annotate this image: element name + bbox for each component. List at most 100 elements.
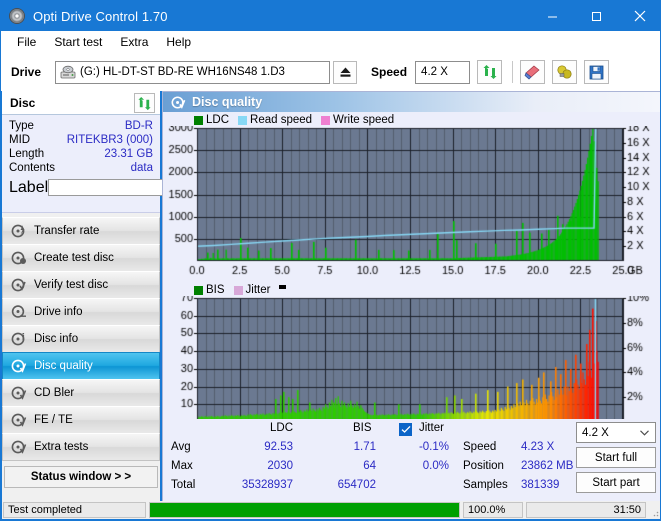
disc-panel-title: Disc	[10, 95, 36, 110]
sidebar-item-extra-tests[interactable]: Extra tests	[2, 433, 160, 461]
sidebar-item-fe-te[interactable]: FE / TE	[2, 406, 160, 434]
eject-button[interactable]	[333, 60, 358, 84]
close-button[interactable]	[618, 1, 660, 31]
sidebar-item-label: Create test disc	[34, 252, 114, 264]
legend-label-ldc: LDC	[206, 114, 230, 126]
sidebar-item-disc-quality[interactable]: Disc quality	[2, 352, 160, 380]
stats-row-label-total: Total	[171, 479, 196, 491]
refresh-button[interactable]	[477, 60, 503, 84]
sidebar-item-cd-bler[interactable]: CD Bler	[2, 379, 160, 407]
drive-icon	[60, 65, 76, 79]
sidebar-item-disc-info[interactable]: Disc info	[2, 325, 160, 353]
main-panel-title: Disc quality	[192, 95, 263, 109]
samples-stat-value: 381339	[521, 479, 560, 491]
sidebar-item-label: Disc info	[34, 333, 79, 345]
check-icon	[401, 425, 410, 433]
sidebar-item-label: FE / TE	[34, 414, 73, 426]
jitter-checkbox[interactable]	[399, 423, 412, 436]
legend-label-write-speed: Write speed	[333, 114, 395, 126]
progress-fill	[150, 503, 459, 517]
save-icon	[589, 65, 604, 79]
disc-quality-icon	[11, 359, 27, 373]
legend-marker-black	[279, 284, 287, 289]
disc-row-type-value: BD-R	[124, 120, 153, 132]
stats-bis-total: 654702	[337, 479, 376, 491]
sidebar-item-label: Disc quality	[34, 360, 93, 372]
disc-check-icon	[11, 278, 26, 292]
disc-row-contents-value: data	[130, 162, 153, 174]
bulb-button[interactable]	[552, 60, 578, 84]
sidebar-item-create-test-disc[interactable]: Create test disc	[2, 244, 160, 272]
sidebar-item-label: Transfer rate	[34, 225, 100, 237]
eraser-icon	[524, 65, 540, 80]
status-message: Test completed	[3, 502, 146, 518]
chevron-down-icon	[640, 430, 649, 436]
stats-ldc-avg: 92.53	[264, 441, 293, 453]
resize-grip-icon[interactable]	[649, 507, 659, 517]
disc-row-mid-value: RITEKBR3 (000)	[66, 134, 153, 146]
test-speed-select[interactable]: 4.2 X	[576, 422, 656, 443]
disc-row-length-key: Length	[9, 148, 45, 160]
erase-button[interactable]	[520, 60, 546, 84]
legend-label-jitter: Jitter	[245, 284, 271, 296]
stats-row-label-max: Max	[171, 460, 193, 472]
stats-ldc-max: 2030	[267, 460, 293, 472]
drive-info-icon	[11, 305, 26, 318]
speed-select[interactable]: 4.2 X	[415, 60, 471, 84]
legend-label-read-speed: Read speed	[250, 114, 313, 126]
jitter-label: Jitter	[419, 422, 444, 434]
nav-list: Transfer rate Create test disc Verify te…	[2, 217, 160, 461]
progress-percent: 100.0%	[463, 502, 523, 518]
disc-bolt-icon	[11, 224, 25, 238]
disc-row-mid-key: MID	[9, 134, 31, 146]
maximize-button[interactable]	[574, 1, 618, 31]
speed-label: Speed	[371, 65, 408, 79]
sidebar-item-label: Verify test disc	[34, 279, 109, 291]
sidebar-item-label: CD Bler	[34, 387, 75, 399]
sidebar-item-verify-test-disc[interactable]: Verify test disc	[2, 271, 160, 299]
window-controls	[530, 1, 660, 31]
menu-file[interactable]: File	[8, 33, 45, 51]
sidebar-item-drive-info[interactable]: Drive info	[2, 298, 160, 326]
ldc-chart-canvas[interactable]	[163, 126, 660, 281]
drive-toolbar: Drive (G:) HL-DT-ST BD-RE WH16NS48 1.D3 …	[1, 53, 660, 91]
status-window-button[interactable]: Status window > >	[4, 466, 158, 488]
left-sidebar: Disc Type BD-R MID RITEKBR3 (000) Length…	[2, 91, 253, 503]
speed-stat-value: 4.23 X	[521, 441, 555, 453]
disc-row-type: Type BD-R	[9, 120, 153, 132]
test-speed-value: 4.2 X	[582, 426, 609, 439]
disc-refresh-button[interactable]	[134, 93, 155, 113]
legend-swatch-read-speed	[238, 115, 248, 125]
stats-row-label-avg: Avg	[171, 441, 191, 453]
sidebar-item-label: Extra tests	[34, 441, 89, 453]
disc-fete-icon	[11, 413, 27, 427]
main-panel-header: Disc quality	[163, 92, 660, 112]
stats-panel: LDC BIS Avg Max Total 92.53 2030 3532893…	[163, 419, 660, 502]
save-button[interactable]	[584, 60, 610, 84]
sidebar-item-transfer-rate[interactable]: Transfer rate	[2, 217, 160, 245]
disc-row-length: Length 23.31 GB	[9, 148, 153, 160]
minimize-button[interactable]	[530, 1, 574, 31]
refresh-icon	[483, 65, 497, 79]
legend-item-jitter: Jitter	[233, 284, 271, 296]
status-bar: Test completed 100.0% 31:50	[2, 501, 660, 519]
stats-jitter-avg: -0.1%	[418, 441, 449, 453]
eject-icon	[340, 67, 351, 77]
stats-jitter-max: 0.0%	[422, 460, 449, 472]
menu-start-test[interactable]: Start test	[45, 33, 111, 51]
title-bar: Opti Drive Control 1.70	[1, 1, 660, 31]
app-window: Opti Drive Control 1.70 File Start test …	[0, 0, 661, 521]
legend-swatch-bis	[194, 285, 203, 295]
stats-header-ldc: LDC	[270, 422, 294, 434]
start-full-button[interactable]: Start full	[576, 447, 656, 468]
window-title: Opti Drive Control 1.70	[33, 8, 168, 24]
disc-write-icon	[11, 251, 26, 265]
menu-extra[interactable]: Extra	[111, 33, 157, 51]
drive-select[interactable]: (G:) HL-DT-ST BD-RE WH16NS48 1.D3	[55, 60, 331, 84]
elapsed-time: 31:50	[526, 502, 646, 518]
speed-value: 4.2 X	[421, 66, 448, 78]
start-part-button[interactable]: Start part	[576, 472, 656, 493]
toolbar-separator	[512, 61, 514, 83]
drive-value: (G:) HL-DT-ST BD-RE WH16NS48 1.D3	[80, 66, 285, 78]
menu-help[interactable]: Help	[157, 33, 200, 51]
